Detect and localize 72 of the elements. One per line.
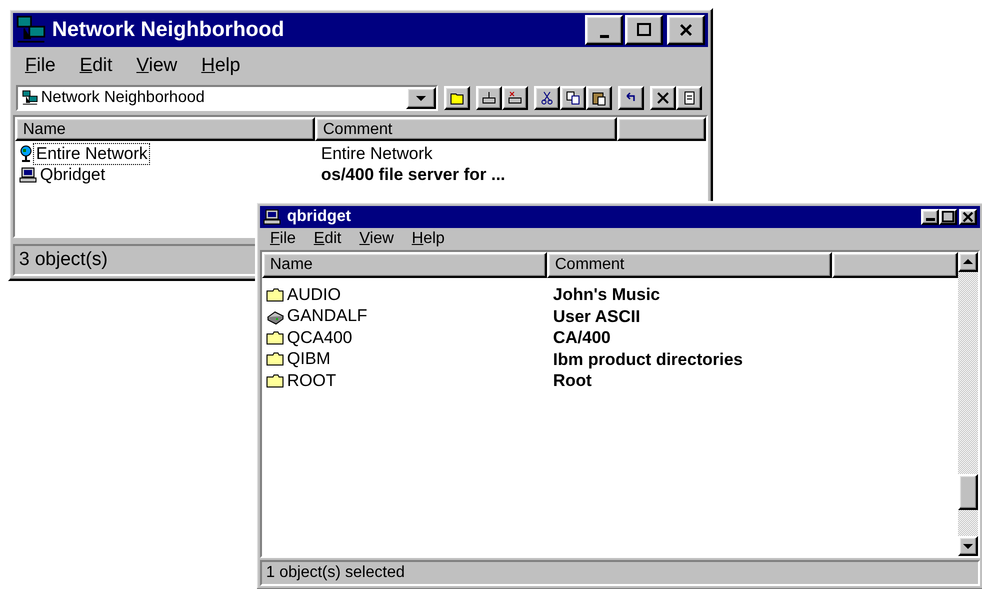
map-drive-button[interactable] bbox=[476, 86, 502, 110]
minimize-button[interactable] bbox=[921, 209, 939, 225]
file-comment: Entire Network bbox=[320, 146, 432, 160]
column-header[interactable]: Name bbox=[15, 117, 315, 141]
window-title: qbridget bbox=[287, 208, 352, 226]
column-header[interactable] bbox=[832, 252, 958, 278]
window-title: Network Neighborhood bbox=[52, 18, 286, 42]
maximize-icon bbox=[941, 209, 955, 225]
scroll-up-button[interactable] bbox=[958, 252, 978, 272]
file-comment: Root bbox=[552, 370, 592, 392]
status-text: 3 object(s) bbox=[19, 249, 108, 271]
close-button[interactable] bbox=[667, 15, 705, 45]
menu-item[interactable]: View bbox=[130, 55, 184, 77]
scroll-thumb[interactable] bbox=[958, 474, 978, 510]
computer-icon bbox=[19, 166, 37, 184]
column-header[interactable]: Name bbox=[262, 252, 547, 278]
menu-item[interactable]: File bbox=[264, 230, 302, 248]
maximize-icon bbox=[636, 22, 652, 38]
file-comment: John's Music bbox=[552, 284, 660, 306]
menu-item[interactable]: Help bbox=[195, 55, 246, 77]
menu-item[interactable]: Edit bbox=[74, 55, 118, 77]
network-computers-icon bbox=[16, 15, 46, 45]
up-folder-button[interactable] bbox=[444, 86, 470, 110]
undo-button[interactable] bbox=[618, 86, 644, 110]
close-icon bbox=[678, 22, 694, 38]
clipboard-icon bbox=[591, 90, 607, 106]
file-name[interactable]: QIBM bbox=[285, 349, 332, 370]
minimize-icon bbox=[600, 35, 608, 38]
close-button[interactable] bbox=[959, 209, 977, 225]
scroll-down-button[interactable] bbox=[958, 536, 978, 556]
column-header[interactable]: Comment bbox=[547, 252, 832, 278]
scissors-icon bbox=[539, 90, 555, 106]
file-name[interactable]: GANDALF bbox=[285, 306, 370, 326]
maximize-button[interactable] bbox=[939, 209, 957, 225]
delete-button[interactable] bbox=[650, 86, 676, 110]
file-comment: os/400 file server for ... bbox=[320, 168, 506, 182]
file-name[interactable]: Entire Network bbox=[34, 144, 150, 164]
column-header[interactable]: Comment bbox=[315, 117, 617, 141]
copy-button[interactable] bbox=[560, 86, 586, 110]
menu-item[interactable]: Help bbox=[406, 230, 451, 248]
menu-item[interactable]: View bbox=[353, 230, 400, 248]
address-dropdown[interactable]: Network Neighborhood bbox=[16, 85, 438, 111]
folder-icon bbox=[266, 352, 284, 366]
vertical-scrollbar[interactable] bbox=[958, 252, 978, 556]
file-comment: Ibm product directories bbox=[552, 348, 743, 370]
close-icon bbox=[961, 209, 975, 225]
dropdown-button[interactable] bbox=[406, 87, 436, 109]
minimize-icon bbox=[926, 218, 934, 221]
folder-icon bbox=[266, 330, 284, 345]
file-name[interactable]: QCA400 bbox=[285, 328, 354, 348]
file-name[interactable]: ROOT bbox=[285, 370, 338, 391]
cut-button[interactable] bbox=[534, 86, 560, 110]
file-name[interactable]: AUDIO bbox=[285, 284, 343, 305]
globe-icon bbox=[19, 144, 33, 162]
paste-button[interactable] bbox=[586, 86, 612, 110]
file-comment: CA/400 bbox=[552, 327, 611, 348]
x-icon bbox=[655, 90, 671, 106]
minimize-button[interactable] bbox=[585, 15, 623, 45]
file-comment: User ASCII bbox=[552, 306, 640, 327]
disconnect-drive-button[interactable] bbox=[502, 86, 528, 110]
properties-button[interactable] bbox=[676, 86, 702, 110]
menu-item[interactable]: File bbox=[19, 55, 62, 77]
maximize-button[interactable] bbox=[625, 15, 663, 45]
status-text: 1 object(s) selected bbox=[266, 564, 405, 582]
folder-icon bbox=[266, 374, 284, 388]
menu-item[interactable]: Edit bbox=[308, 230, 348, 248]
file-name[interactable]: Qbridget bbox=[38, 164, 108, 184]
address-text: Network Neighborhood bbox=[41, 89, 205, 107]
folder-icon bbox=[266, 288, 284, 302]
copy-icon bbox=[565, 90, 581, 106]
column-header[interactable] bbox=[617, 117, 706, 141]
network-computers-icon bbox=[22, 90, 38, 106]
